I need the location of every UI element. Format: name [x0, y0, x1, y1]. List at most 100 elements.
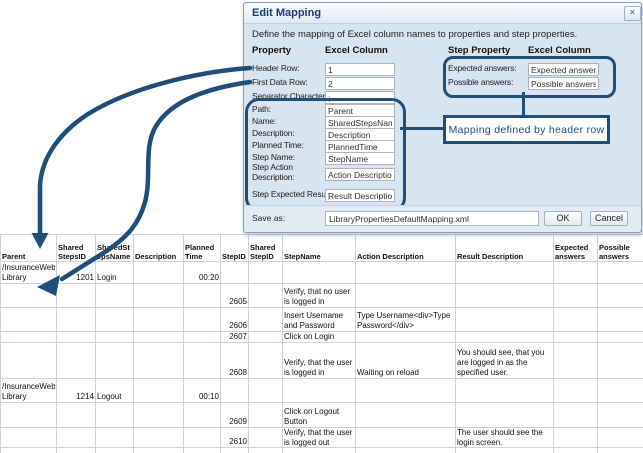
- sheet-cell[interactable]: [356, 332, 456, 343]
- sheet-cell[interactable]: [554, 448, 598, 453]
- sheet-cell[interactable]: [184, 448, 221, 453]
- sheet-cell[interactable]: [356, 428, 456, 448]
- sheet-cell[interactable]: [598, 448, 643, 453]
- sheet-cell[interactable]: [184, 332, 221, 343]
- sheet-cell[interactable]: 00:20: [184, 262, 221, 284]
- field-input[interactable]: [325, 168, 395, 181]
- sheet-cell[interactable]: [249, 403, 283, 428]
- sheet-cell[interactable]: [598, 308, 643, 332]
- dialog-titlebar[interactable]: Edit Mapping ✕: [244, 3, 641, 24]
- sheet-header-cell[interactable]: Description: [134, 235, 184, 262]
- field-input[interactable]: [528, 77, 599, 90]
- sheet-cell[interactable]: [96, 448, 134, 453]
- sheet-cell[interactable]: [554, 332, 598, 343]
- sheet-header-cell[interactable]: Planned Time: [184, 235, 221, 262]
- sheet-cell[interactable]: [1, 403, 57, 428]
- sheet-cell[interactable]: [249, 428, 283, 448]
- sheet-cell[interactable]: 2608: [221, 343, 249, 379]
- sheet-cell[interactable]: 1201: [57, 262, 96, 284]
- sheet-cell[interactable]: [598, 379, 643, 403]
- sheet-cell[interactable]: [1, 308, 57, 332]
- sheet-cell[interactable]: [356, 403, 456, 428]
- sheet-cell[interactable]: 2606: [221, 308, 249, 332]
- sheet-cell[interactable]: [134, 343, 184, 379]
- sheet-cell[interactable]: [134, 332, 184, 343]
- sheet-cell[interactable]: [598, 403, 643, 428]
- sheet-cell[interactable]: [249, 262, 283, 284]
- sheet-cell[interactable]: 2605: [221, 284, 249, 308]
- sheet-cell[interactable]: [554, 284, 598, 308]
- close-icon[interactable]: ✕: [624, 6, 641, 21]
- sheet-cell[interactable]: Logout: [96, 379, 134, 403]
- sheet-cell[interactable]: Waiting on reload: [356, 343, 456, 379]
- sheet-cell[interactable]: [356, 448, 456, 453]
- sheet-cell[interactable]: [96, 403, 134, 428]
- sheet-cell[interactable]: Verify, that the user is logged out: [283, 428, 356, 448]
- sheet-cell[interactable]: /InsuranceWeb Library: [1, 379, 57, 403]
- sheet-cell[interactable]: [221, 262, 249, 284]
- sheet-cell[interactable]: Click on Logout Button: [283, 403, 356, 428]
- sheet-header-cell[interactable]: Expected answers: [554, 235, 598, 262]
- sheet-cell[interactable]: [96, 428, 134, 448]
- sheet-cell[interactable]: [134, 308, 184, 332]
- ok-button[interactable]: OK: [544, 211, 582, 226]
- sheet-cell[interactable]: [134, 379, 184, 403]
- sheet-header-cell[interactable]: Result Description: [456, 235, 554, 262]
- sheet-cell[interactable]: 2610: [221, 428, 249, 448]
- sheet-cell[interactable]: [184, 308, 221, 332]
- sheet-cell[interactable]: Insert Username and Password: [283, 308, 356, 332]
- sheet-header-cell[interactable]: Shared StepsID: [57, 235, 96, 262]
- sheet-cell[interactable]: [1, 332, 57, 343]
- field-input[interactable]: [528, 63, 599, 76]
- sheet-cell[interactable]: [249, 332, 283, 343]
- sheet-cell[interactable]: [554, 343, 598, 379]
- sheet-cell[interactable]: Type Username<div>Type Password</div>: [356, 308, 456, 332]
- sheet-cell[interactable]: Verify, that no user is logged in: [283, 284, 356, 308]
- sheet-cell[interactable]: [249, 379, 283, 403]
- sheet-cell[interactable]: [554, 262, 598, 284]
- sheet-cell[interactable]: 1214: [57, 379, 96, 403]
- sheet-cell[interactable]: 2609: [221, 403, 249, 428]
- sheet-cell[interactable]: [598, 262, 643, 284]
- sheet-cell[interactable]: 00:10: [184, 379, 221, 403]
- sheet-cell[interactable]: [456, 448, 554, 453]
- sheet-cell[interactable]: [598, 284, 643, 308]
- sheet-cell[interactable]: [57, 308, 96, 332]
- sheet-cell[interactable]: [184, 284, 221, 308]
- sheet-cell[interactable]: [598, 343, 643, 379]
- field-input[interactable]: [325, 91, 395, 104]
- sheet-cell[interactable]: [283, 379, 356, 403]
- sheet-cell[interactable]: [57, 428, 96, 448]
- sheet-header-cell[interactable]: StepID: [221, 235, 249, 262]
- sheet-cell[interactable]: [456, 403, 554, 428]
- sheet-cell[interactable]: [134, 284, 184, 308]
- sheet-header-cell[interactable]: SharedSt epsName: [96, 235, 134, 262]
- sheet-cell[interactable]: [134, 428, 184, 448]
- sheet-cell[interactable]: [456, 308, 554, 332]
- sheet-cell[interactable]: [249, 448, 283, 453]
- sheet-cell[interactable]: [283, 262, 356, 284]
- sheet-cell[interactable]: [1, 448, 57, 453]
- sheet-cell[interactable]: [554, 308, 598, 332]
- sheet-cell[interactable]: [184, 428, 221, 448]
- sheet-cell[interactable]: [221, 379, 249, 403]
- sheet-cell[interactable]: Click on Login: [283, 332, 356, 343]
- sheet-cell[interactable]: [356, 379, 456, 403]
- sheet-cell[interactable]: [456, 284, 554, 308]
- sheet-cell[interactable]: [1, 343, 57, 379]
- sheet-cell[interactable]: [184, 403, 221, 428]
- sheet-cell[interactable]: [283, 448, 356, 453]
- sheet-cell[interactable]: [184, 343, 221, 379]
- sheet-cell[interactable]: /InsuranceWeb Library: [1, 262, 57, 284]
- sheet-cell[interactable]: [456, 332, 554, 343]
- sheet-cell[interactable]: [554, 403, 598, 428]
- sheet-cell[interactable]: [249, 284, 283, 308]
- sheet-cell[interactable]: You should see, that you are logged in a…: [456, 343, 554, 379]
- sheet-cell[interactable]: [554, 428, 598, 448]
- sheet-cell[interactable]: [356, 284, 456, 308]
- sheet-header-cell[interactable]: Possible answers: [598, 235, 643, 262]
- sheet-cell[interactable]: [57, 403, 96, 428]
- sheet-cell[interactable]: The user should see the login screen.: [456, 428, 554, 448]
- sheet-cell[interactable]: [57, 284, 96, 308]
- sheet-cell[interactable]: [456, 262, 554, 284]
